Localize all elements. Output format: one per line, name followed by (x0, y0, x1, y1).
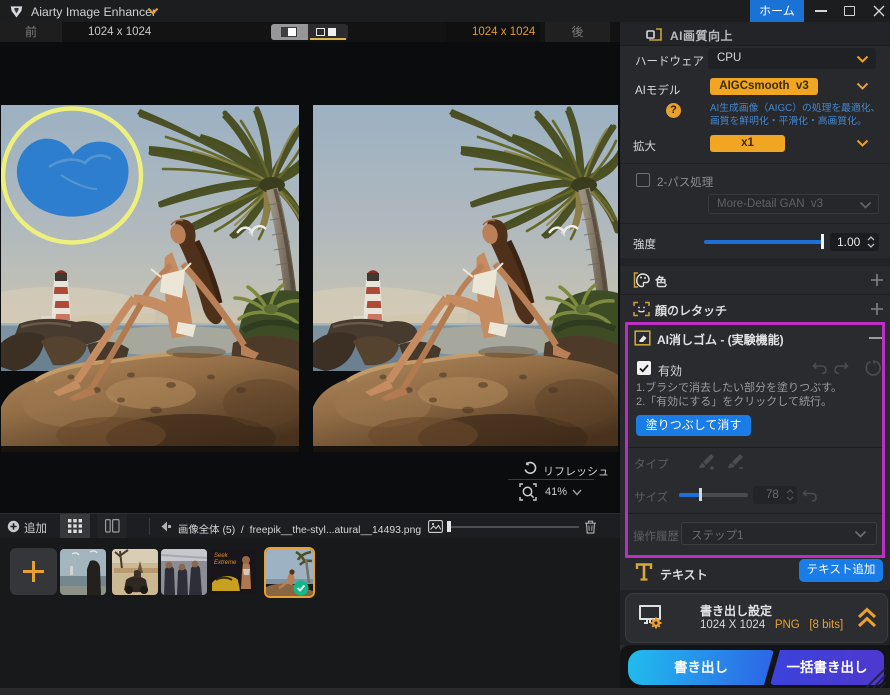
svg-text:Seek: Seek (214, 553, 229, 559)
svg-text:Extreme: Extreme (214, 560, 237, 566)
